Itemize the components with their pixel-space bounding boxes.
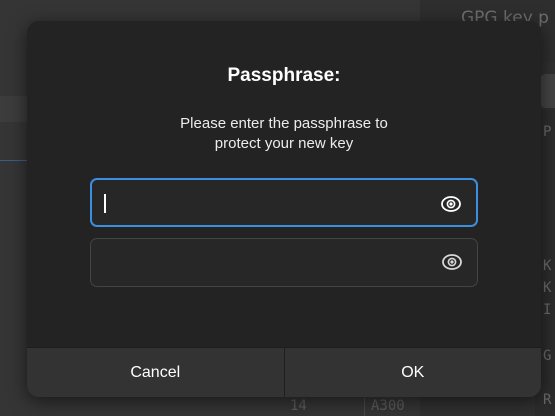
background-button <box>540 74 555 108</box>
text-cursor <box>104 194 106 213</box>
eye-icon[interactable] <box>440 194 462 214</box>
background-strip <box>0 96 30 122</box>
background-text: R <box>543 392 552 408</box>
dialog-message: Please enter the passphrase to protect y… <box>87 114 481 154</box>
background-text: I <box>543 302 552 318</box>
dialog-title: Passphrase: <box>227 65 341 86</box>
dialog-message-line: protect your new key <box>214 135 354 152</box>
background-table-cell: A300 <box>364 398 434 416</box>
background-selection-line <box>0 160 30 161</box>
confirm-passphrase-field[interactable] <box>90 238 478 287</box>
background-text: G <box>543 348 552 364</box>
passphrase-dialog: Passphrase: Please enter the passphrase … <box>27 21 541 397</box>
dialog-button-bar: Cancel OK <box>27 347 541 397</box>
cancel-button[interactable]: Cancel <box>27 348 284 397</box>
background-text: K <box>543 280 552 296</box>
background-text: P <box>543 124 552 140</box>
confirm-passphrase-input[interactable] <box>101 239 431 286</box>
passphrase-input[interactable] <box>102 180 432 225</box>
eye-icon[interactable] <box>441 252 463 272</box>
ok-button[interactable]: OK <box>283 348 542 397</box>
dialog-message-line: Please enter the passphrase to <box>180 115 388 132</box>
passphrase-field[interactable] <box>90 178 478 227</box>
background-text: K <box>543 258 552 274</box>
background-table-cell: 14 <box>290 398 307 414</box>
